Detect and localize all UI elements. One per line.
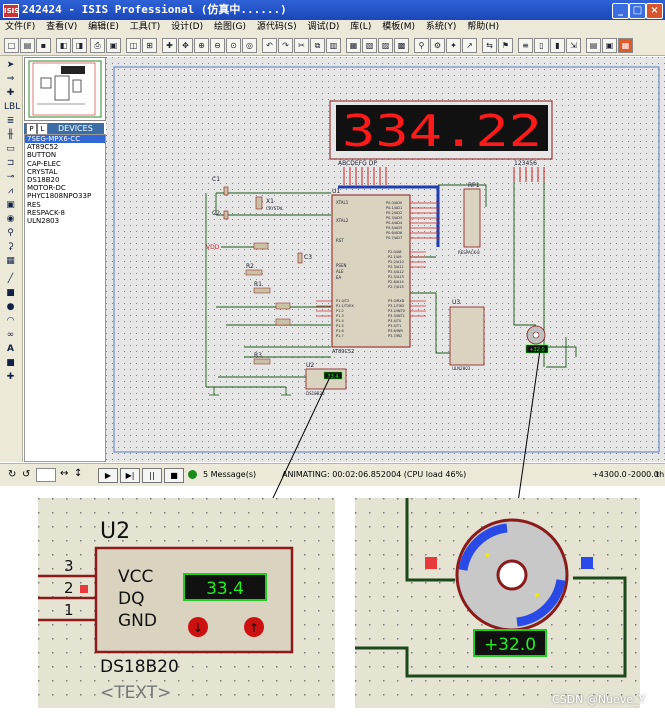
pin-number-3: 3 bbox=[64, 557, 74, 575]
pin-number-1: 1 bbox=[64, 601, 74, 619]
zoom-panel-motor: +32.0 bbox=[355, 498, 640, 708]
zoom-panel-ds18b20: U2 3 2 1 VCC DQ GND 33.4 ↓ ↑ DS18B20 <TE… bbox=[38, 498, 335, 708]
text-placeholder: <TEXT> bbox=[100, 683, 171, 703]
pin-name-gnd: GND bbox=[118, 611, 157, 631]
temperature-reading: 33.4 bbox=[206, 579, 244, 599]
pin-name-dq: DQ bbox=[118, 589, 144, 609]
watermark: CSDN @Nueve_Y bbox=[552, 693, 646, 706]
pin-number-2: 2 bbox=[64, 579, 74, 597]
motor-speed-reading: +32.0 bbox=[484, 635, 536, 655]
part-name: DS18B20 bbox=[100, 657, 179, 677]
motor-body[interactable] bbox=[455, 518, 569, 632]
pin-name-vcc: VCC bbox=[118, 567, 153, 587]
u2-ref: U2 bbox=[100, 519, 130, 544]
svg-text:↑: ↑ bbox=[249, 621, 259, 635]
svg-text:↓: ↓ bbox=[193, 621, 203, 635]
decrease-temp-button[interactable]: ↓ bbox=[188, 617, 208, 637]
increase-temp-button[interactable]: ↑ bbox=[244, 617, 264, 637]
